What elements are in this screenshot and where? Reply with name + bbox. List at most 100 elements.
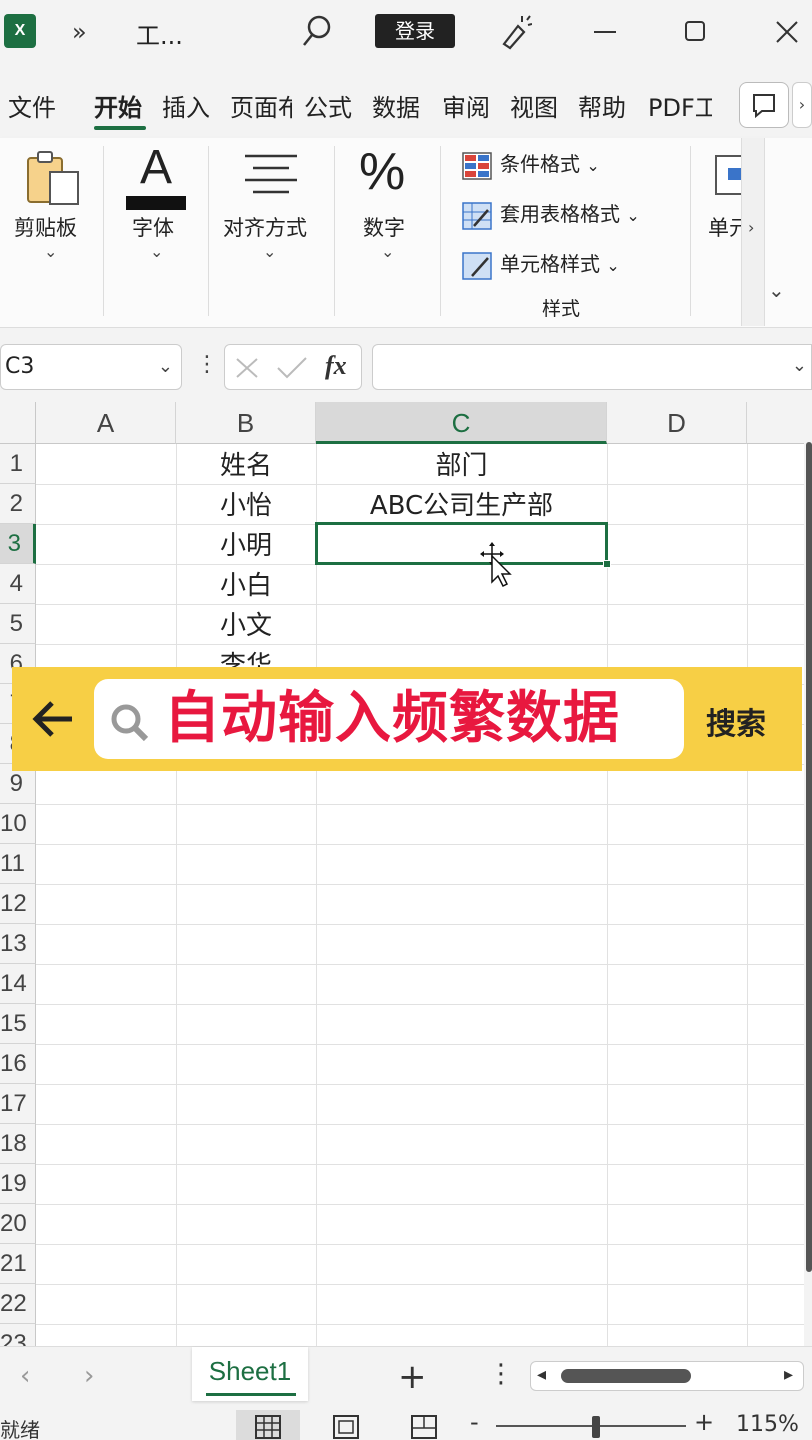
normal-view-button[interactable] bbox=[236, 1410, 300, 1440]
chevron-down-icon[interactable]: ⌄ bbox=[158, 345, 173, 389]
row-header[interactable]: 19 bbox=[0, 1164, 36, 1204]
row-header[interactable]: 12 bbox=[0, 884, 36, 924]
cell-b4[interactable]: 小白 bbox=[176, 565, 316, 605]
tab-page-layout[interactable]: 页面布 bbox=[230, 88, 292, 123]
row-header[interactable]: 13 bbox=[0, 924, 36, 964]
horizontal-scroll-thumb[interactable] bbox=[561, 1369, 691, 1383]
zoom-slider[interactable] bbox=[496, 1425, 686, 1427]
search-box[interactable]: 自动输入频繁数据 bbox=[94, 679, 684, 759]
cancel-icon[interactable] bbox=[233, 355, 261, 381]
format-as-table-button[interactable]: 套用表格格式 ⌄ bbox=[462, 198, 640, 230]
cell-b1[interactable]: 姓名 bbox=[176, 445, 316, 485]
tab-insert[interactable]: 插入 bbox=[162, 88, 210, 123]
excel-icon: X bbox=[4, 14, 36, 48]
cell-b2[interactable]: 小怡 bbox=[176, 485, 316, 525]
overflow-chevron-icon[interactable]: » bbox=[72, 18, 87, 46]
maximize-icon[interactable] bbox=[680, 14, 710, 50]
row-header[interactable]: 10 bbox=[0, 804, 36, 844]
font-group[interactable]: A 字体 ⌄ bbox=[104, 138, 208, 318]
row-header[interactable]: 17 bbox=[0, 1084, 36, 1124]
row-header[interactable]: 16 bbox=[0, 1044, 36, 1084]
column-header-a[interactable]: A bbox=[36, 402, 176, 444]
horizontal-scrollbar[interactable]: ◂ ▸ bbox=[530, 1361, 804, 1391]
sheet-tabs-bar: ‹ › Sheet1 + ⋮ ◂ ▸ bbox=[0, 1346, 812, 1408]
row-header[interactable]: 3 bbox=[0, 524, 36, 564]
tab-help[interactable]: 帮助 bbox=[578, 88, 626, 123]
add-sheet-icon[interactable]: + bbox=[398, 1357, 427, 1397]
clipboard-label: 剪贴板 bbox=[14, 216, 77, 240]
page-break-view-button[interactable] bbox=[392, 1410, 456, 1440]
conditional-formatting-button[interactable]: 条件格式 ⌄ bbox=[462, 148, 600, 180]
clipboard-group[interactable]: 剪贴板 ⌄ bbox=[0, 138, 102, 318]
tab-view[interactable]: 视图 bbox=[510, 88, 558, 123]
page-layout-view-button[interactable] bbox=[314, 1410, 378, 1440]
ribbon-expand-icon[interactable]: ⌄ bbox=[768, 278, 785, 302]
column-header-b[interactable]: B bbox=[176, 402, 316, 444]
search-icon[interactable] bbox=[300, 12, 334, 52]
name-box-value: C3 bbox=[5, 354, 35, 379]
row-header[interactable]: 1 bbox=[0, 444, 36, 484]
tab-pdf[interactable]: PDF工 bbox=[648, 88, 712, 123]
formula-input[interactable]: ⌄ bbox=[372, 344, 812, 390]
login-button[interactable]: 登录 bbox=[375, 14, 455, 48]
sheet-prev-icon[interactable]: ‹ bbox=[20, 1361, 30, 1391]
select-all-corner[interactable] bbox=[0, 402, 36, 444]
row-header[interactable]: 14 bbox=[0, 964, 36, 1004]
more-options-icon[interactable]: ⋮ bbox=[488, 1359, 514, 1389]
scroll-left-icon[interactable]: ◂ bbox=[537, 1364, 546, 1385]
close-icon[interactable] bbox=[772, 14, 802, 50]
styles-group-label: 样式 bbox=[542, 298, 581, 320]
cell-c2[interactable]: ABC公司生产部 bbox=[316, 485, 607, 525]
minimize-icon[interactable] bbox=[590, 14, 620, 50]
tab-review[interactable]: 审阅 bbox=[442, 88, 490, 123]
search-banner: 自动输入频繁数据 搜索 bbox=[12, 667, 802, 771]
formula-bar-grip-icon[interactable]: ⋮ bbox=[196, 352, 218, 377]
copilot-brush-icon[interactable] bbox=[496, 12, 532, 52]
name-box[interactable]: C3 ⌄ bbox=[0, 344, 182, 390]
alignment-group[interactable]: 对齐方式 ⌄ bbox=[209, 138, 333, 318]
row-header[interactable]: 15 bbox=[0, 1004, 36, 1044]
row-header[interactable]: 20 bbox=[0, 1204, 36, 1244]
insert-function-icon[interactable]: fx bbox=[325, 351, 347, 381]
zoom-out-button[interactable]: - bbox=[470, 1408, 479, 1436]
sheet-next-icon[interactable]: › bbox=[84, 1361, 94, 1391]
zoom-slider-thumb[interactable] bbox=[592, 1416, 600, 1438]
active-cell-c3[interactable] bbox=[315, 522, 608, 565]
row-header[interactable]: 2 bbox=[0, 484, 36, 524]
column-header-d[interactable]: D bbox=[607, 402, 747, 444]
number-group[interactable]: % 数字 ⌄ bbox=[335, 138, 439, 318]
cell-styles-button[interactable]: 单元格样式 ⌄ bbox=[462, 248, 620, 280]
row-header[interactable]: 4 bbox=[0, 564, 36, 604]
cells-group[interactable]: 单元 bbox=[700, 138, 742, 318]
tab-file[interactable]: 文件 bbox=[8, 88, 56, 123]
row-header[interactable]: 21 bbox=[0, 1244, 36, 1284]
tabs-scroll-right-icon[interactable]: › bbox=[792, 82, 812, 128]
worksheet-grid[interactable]: A B C D 12345678910111213141516171819202… bbox=[0, 402, 812, 1346]
row-header[interactable]: 5 bbox=[0, 604, 36, 644]
tab-formulas[interactable]: 公式 bbox=[304, 88, 352, 123]
cell-c1[interactable]: 部门 bbox=[316, 445, 607, 485]
cell-b3[interactable]: 小明 bbox=[176, 525, 316, 565]
ribbon-scroll-right[interactable]: › bbox=[741, 138, 765, 326]
tab-data[interactable]: 数据 bbox=[372, 88, 420, 123]
cell-b5[interactable]: 小文 bbox=[176, 605, 316, 645]
fill-handle[interactable] bbox=[603, 560, 611, 568]
row-header[interactable]: 23 bbox=[0, 1324, 36, 1346]
enter-check-icon[interactable] bbox=[275, 355, 309, 381]
grid-line bbox=[36, 1324, 806, 1325]
column-header-c[interactable]: C bbox=[316, 402, 607, 444]
tab-home[interactable]: 开始 bbox=[94, 88, 142, 123]
chevron-down-icon[interactable]: ⌄ bbox=[792, 355, 807, 376]
row-header[interactable]: 22 bbox=[0, 1284, 36, 1324]
back-arrow-icon[interactable] bbox=[32, 697, 76, 741]
row-header[interactable]: 11 bbox=[0, 844, 36, 884]
row-header[interactable]: 18 bbox=[0, 1124, 36, 1164]
zoom-in-button[interactable]: + bbox=[694, 1408, 714, 1436]
scroll-right-icon[interactable]: ▸ bbox=[784, 1364, 793, 1385]
vertical-scroll-thumb[interactable] bbox=[806, 442, 812, 1272]
column-header-e[interactable] bbox=[747, 402, 807, 444]
zoom-level[interactable]: 115% bbox=[736, 1412, 799, 1437]
search-button[interactable]: 搜索 bbox=[706, 699, 766, 743]
comments-button[interactable] bbox=[739, 82, 789, 128]
alignment-label: 对齐方式 bbox=[223, 216, 307, 240]
